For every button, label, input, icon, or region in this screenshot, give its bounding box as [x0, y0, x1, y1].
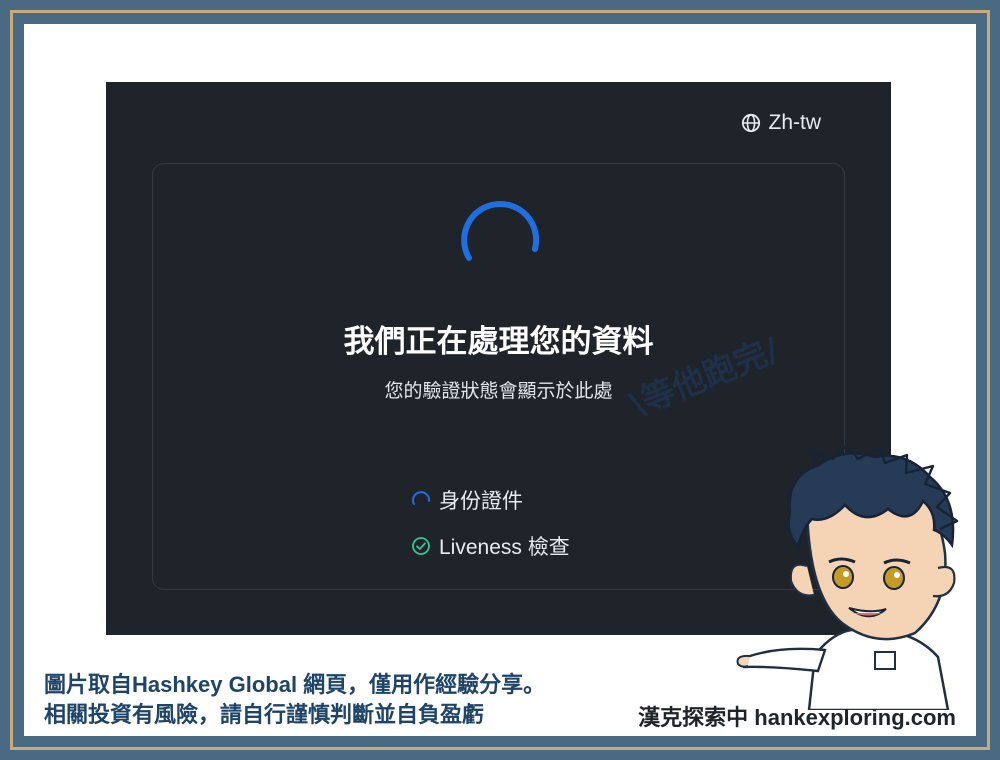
- step-label: Liveness 檢查: [439, 536, 570, 559]
- loading-icon: [412, 491, 431, 505]
- site-brand: 漢克探索中 hankexploring.com: [638, 705, 956, 730]
- disclaimer-footer: 圖片取自Hashkey Global 網頁，僅用作經驗分享。 相關投資有風險，請…: [44, 670, 545, 730]
- mascot-character-illustration: [736, 445, 959, 710]
- verification-steps: 身份證件 Liveness 檢查: [411, 477, 570, 569]
- step-label: 身份證件: [439, 490, 523, 513]
- check-circle-icon: [412, 537, 430, 555]
- step-identity-document: 身份證件: [411, 477, 570, 523]
- globe-icon: [741, 113, 760, 133]
- language-selector[interactable]: Zh-tw: [741, 111, 822, 135]
- language-label: Zh-tw: [768, 111, 822, 134]
- loading-spinner-icon: [461, 201, 539, 261]
- step-liveness-check: Liveness 檢查: [411, 523, 570, 569]
- footer-line-source: 圖片取自Hashkey Global 網頁，僅用作經驗分享。: [44, 672, 546, 697]
- footer-line-risk: 相關投資有風險，請自行謹慎判斷並自負盈虧: [44, 702, 485, 727]
